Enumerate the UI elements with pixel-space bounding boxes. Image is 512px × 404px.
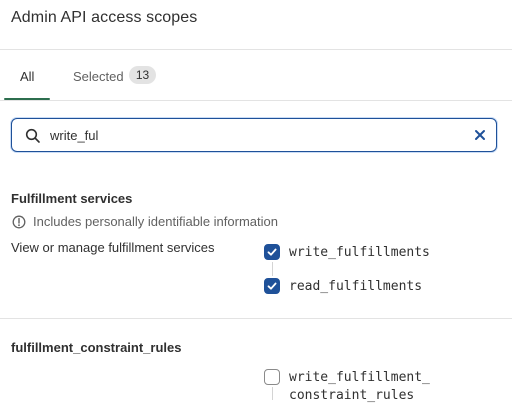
divider: [0, 49, 512, 50]
search-field[interactable]: [11, 118, 497, 152]
pii-notice-text: Includes personally identifiable informa…: [33, 214, 278, 229]
scope-connector: [272, 387, 273, 400]
write-fulfillment-constraint-rules-checkbox[interactable]: [264, 369, 280, 385]
info-icon: [12, 215, 26, 229]
scope-label-line2: constraint_rules: [289, 388, 415, 403]
tabs-divider: [0, 100, 512, 101]
scope-label-line1: write_fulfillment_: [289, 370, 430, 385]
checkmark-icon: [267, 282, 277, 290]
search-icon: [25, 128, 40, 143]
scope-label: write_fulfillments: [289, 245, 430, 260]
close-icon[interactable]: [474, 129, 486, 141]
section-title-fulfillment-services: Fulfillment services: [11, 191, 133, 206]
scope-label: read_fulfillments: [289, 279, 423, 294]
read-fulfillments-checkbox[interactable]: [264, 278, 280, 294]
section-title-fulfillment-constraint-rules: fulfillment_constraint_rules: [11, 340, 182, 355]
tab-selected-label: Selected: [73, 69, 124, 84]
search-input[interactable]: [50, 125, 450, 145]
tab-all[interactable]: All: [4, 62, 50, 100]
write-fulfillments-checkbox[interactable]: [264, 244, 280, 260]
section-divider: [0, 318, 512, 319]
tab-selected[interactable]: Selected 13: [62, 62, 172, 100]
scope-connector: [272, 262, 273, 276]
checkmark-icon: [267, 248, 277, 256]
section-description: View or manage fulfillment services: [11, 240, 215, 255]
selected-count-badge: 13: [129, 66, 156, 84]
page-title: Admin API access scopes: [11, 9, 198, 26]
tab-all-label: All: [20, 69, 35, 84]
